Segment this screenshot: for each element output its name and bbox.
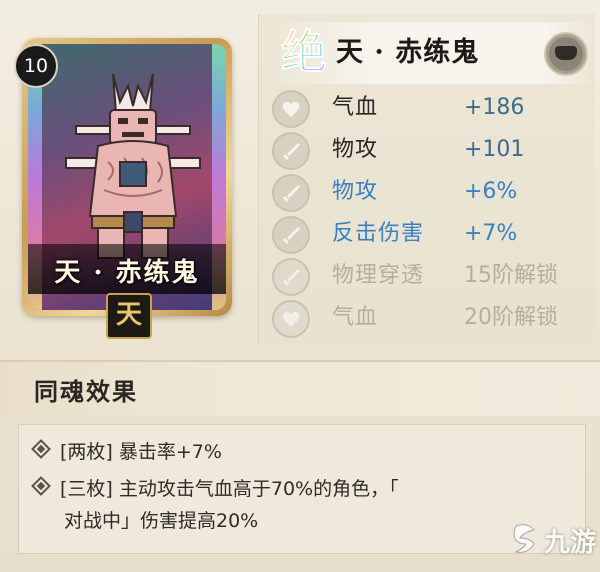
effect-tag: [两枚] bbox=[60, 441, 113, 463]
card-rank-badge: 天 bbox=[106, 293, 152, 339]
stat-row: 气血 +186 bbox=[272, 88, 592, 128]
effect-tag: [三枚] bbox=[60, 478, 113, 500]
card-art-frame: 天 · 赤练鬼 bbox=[28, 44, 226, 310]
stat-row: 物攻 +6% bbox=[272, 172, 592, 212]
level-badge: 10 bbox=[14, 44, 58, 88]
stat-row: 反击伤害 +7% bbox=[272, 214, 592, 254]
stat-label: 反击伤害 bbox=[332, 221, 425, 246]
sword-icon bbox=[272, 216, 310, 254]
stat-value: +6% bbox=[464, 179, 518, 204]
card-soul-name: 天 · 赤练鬼 bbox=[54, 258, 200, 288]
stat-label: 物攻 bbox=[332, 137, 379, 162]
heart-icon bbox=[272, 90, 310, 128]
stat-value: +101 bbox=[464, 137, 525, 162]
stat-row: 物攻 +101 bbox=[272, 130, 592, 170]
rank-glyph: 绝 bbox=[276, 24, 332, 80]
stat-label: 气血 bbox=[332, 305, 379, 330]
bowl-slot-icon[interactable] bbox=[544, 32, 588, 76]
sword-icon bbox=[272, 174, 310, 212]
effect-text: 主动攻击气血高于70%的角色，「 bbox=[118, 478, 399, 500]
sword-icon bbox=[272, 132, 310, 170]
soul-detail-screen: 天 · 赤练鬼 天 10 绝 天 · 赤练鬼 同魂效果 [两枚] 暴击率+7% … bbox=[0, 0, 600, 572]
diamond-bullet-icon bbox=[31, 439, 51, 459]
soul-title: 天 · 赤练鬼 bbox=[336, 37, 480, 68]
section-title: 同魂效果 bbox=[34, 378, 138, 406]
stat-row: 气血 20阶解锁 bbox=[272, 298, 592, 338]
soul-card[interactable]: 天 · 赤练鬼 天 bbox=[22, 38, 232, 339]
diamond-bullet-icon bbox=[31, 476, 51, 496]
effect-line-two-piece: [两枚] 暴击率+7% bbox=[31, 437, 222, 467]
sword-icon bbox=[272, 258, 310, 296]
heart-icon bbox=[272, 300, 310, 338]
effect-line-continuation: 对战中」伤害提高20% bbox=[64, 506, 258, 536]
stat-row: 物理穿透 15阶解锁 bbox=[272, 256, 592, 296]
bowl-shape bbox=[555, 46, 577, 60]
stat-label: 物攻 bbox=[332, 179, 379, 204]
effect-line-three-piece: [三枚] 主动攻击气血高于70%的角色，「 bbox=[31, 474, 399, 504]
stat-label: 气血 bbox=[332, 95, 379, 120]
watermark-text: 九游 bbox=[544, 528, 597, 558]
effect-text: 对战中」伤害提高20% bbox=[64, 510, 259, 532]
stat-value: 20阶解锁 bbox=[464, 305, 558, 330]
section-divider bbox=[0, 360, 600, 362]
stat-label: 物理穿透 bbox=[332, 263, 425, 288]
stat-value: +7% bbox=[464, 221, 518, 246]
watermark: 九游 bbox=[510, 520, 596, 560]
stat-value: 15阶解锁 bbox=[464, 263, 558, 288]
effect-text: 暴击率+7% bbox=[118, 441, 222, 463]
watermark-logo-icon bbox=[513, 524, 535, 553]
demon-figure-art bbox=[65, 73, 201, 259]
stat-value: +186 bbox=[464, 95, 525, 120]
